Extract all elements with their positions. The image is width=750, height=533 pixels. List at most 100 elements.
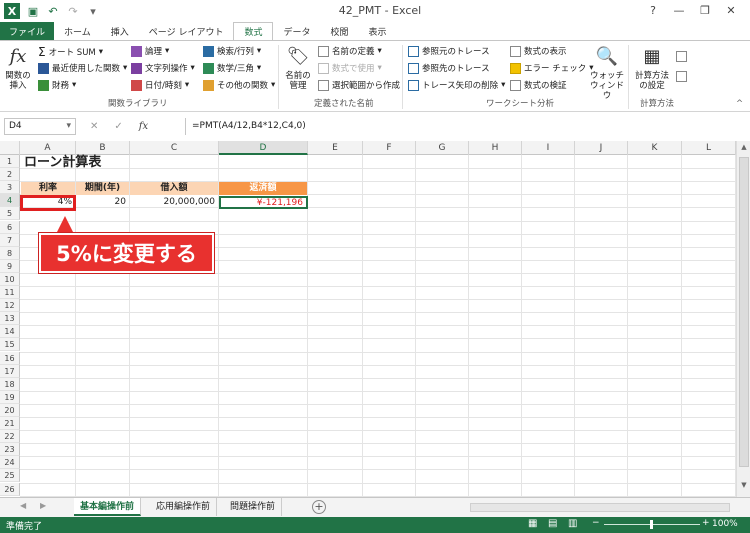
collapse-ribbon-icon[interactable]: ^ — [736, 99, 743, 109]
error-check-button[interactable]: エラー チェック ▾ — [510, 62, 593, 74]
evaluate-formula-button[interactable]: 数式の検証 — [510, 79, 567, 91]
create-from-selection-button[interactable]: 選択範囲から作成 — [318, 79, 400, 91]
row-header-20[interactable]: 20 — [0, 403, 20, 417]
column-header-f[interactable]: F — [363, 141, 416, 155]
math-button[interactable]: 数学/三角 ▾ — [203, 62, 261, 74]
tab-data[interactable]: データ — [273, 22, 320, 40]
row-header-13[interactable]: 13 — [0, 312, 20, 326]
row-header-19[interactable]: 19 — [0, 390, 20, 404]
column-header-l[interactable]: L — [682, 141, 736, 155]
row-header-7[interactable]: 7 — [0, 233, 20, 247]
calc-now-button[interactable] — [676, 51, 687, 62]
select-all-corner[interactable] — [0, 141, 20, 155]
column-header-e[interactable]: E — [308, 141, 363, 155]
row-header-9[interactable]: 9 — [0, 259, 20, 273]
page-layout-view-icon[interactable]: ▤ — [548, 518, 557, 529]
scroll-down-icon[interactable]: ▼ — [739, 481, 749, 491]
redo-icon[interactable]: ↷ — [66, 4, 80, 18]
trace-dependents-button[interactable]: 参照先のトレース — [408, 62, 490, 74]
row-header-11[interactable]: 11 — [0, 286, 20, 300]
sheet-tab-basic[interactable]: 基本編操作前 — [74, 498, 142, 516]
column-header-c[interactable]: C — [130, 141, 219, 155]
row-header-21[interactable]: 21 — [0, 417, 20, 431]
sheet-prev-icon[interactable]: ◀ — [20, 501, 26, 510]
header-term[interactable]: 期間(年) — [76, 182, 129, 195]
row-header-17[interactable]: 17 — [0, 364, 20, 378]
row-header-25[interactable]: 25 — [0, 469, 20, 483]
use-in-formula-button[interactable]: 数式で使用 ▾ — [318, 62, 382, 74]
sheet-tab-advanced[interactable]: 応用編操作前 — [150, 498, 218, 516]
cell-b4-term[interactable]: 20 — [76, 196, 129, 209]
row-header-16[interactable]: 16 — [0, 351, 20, 365]
row-header-26[interactable]: 26 — [0, 482, 20, 496]
column-header-g[interactable]: G — [416, 141, 469, 155]
row-header-1[interactable]: 1 — [0, 155, 20, 169]
row-header-24[interactable]: 24 — [0, 456, 20, 470]
cell-d4-payment[interactable]: ¥-121,196 — [219, 196, 308, 209]
trace-precedents-button[interactable]: 参照元のトレース — [408, 45, 490, 57]
row-header-3[interactable]: 3 — [0, 181, 20, 195]
sheet-next-icon[interactable]: ▶ — [40, 501, 46, 510]
text-functions-button[interactable]: 文字列操作 ▾ — [131, 62, 195, 74]
header-rate[interactable]: 利率 — [21, 182, 75, 195]
cell-c4-loan[interactable]: 20,000,000 — [130, 196, 218, 209]
tab-home[interactable]: ホーム — [54, 22, 101, 40]
fx-icon[interactable]: fx — [139, 121, 148, 132]
row-header-14[interactable]: 14 — [0, 325, 20, 339]
zoom-level[interactable]: 100% — [712, 519, 738, 529]
define-name-button[interactable]: 名前の定義 ▾ — [318, 45, 382, 57]
row-header-2[interactable]: 2 — [0, 168, 20, 182]
scroll-thumb[interactable] — [739, 157, 749, 467]
recent-functions-button[interactable]: 最近使用した関数 ▾ — [38, 62, 127, 74]
horizontal-scrollbar[interactable] — [470, 503, 730, 512]
lookup-button[interactable]: 検索/行列 ▾ — [203, 45, 261, 57]
cancel-icon[interactable]: ✕ — [90, 121, 98, 132]
column-header-k[interactable]: K — [628, 141, 682, 155]
calc-options-button[interactable]: ▦ 計算方法 の設定 — [632, 45, 672, 92]
save-icon[interactable]: ▣ — [26, 4, 40, 18]
header-payment[interactable]: 返済額 — [219, 182, 307, 195]
help-button[interactable]: ? — [640, 0, 666, 20]
remove-arrows-button[interactable]: トレース矢印の削除 ▾ — [408, 79, 505, 91]
column-header-b[interactable]: B — [76, 141, 130, 155]
column-header-d[interactable]: D — [219, 141, 308, 155]
worksheet-grid[interactable]: ABCDEFGHIJKL 1 2 3 4 5 6 7 8 9 10 11 12 13 14 15 16 17 18… — [0, 141, 736, 497]
row-header-10[interactable]: 10 — [0, 272, 20, 286]
page-break-view-icon[interactable]: ▥ — [568, 518, 577, 529]
datetime-button[interactable]: 日付/時刻 ▾ — [131, 79, 189, 91]
calc-sheet-button[interactable] — [676, 71, 687, 82]
formula-input[interactable]: =PMT(A4/12,B4*12,C4,0) — [185, 118, 730, 135]
more-functions-button[interactable]: その他の関数 ▾ — [203, 79, 275, 91]
close-button[interactable]: ✕ — [718, 0, 744, 20]
row-header-5[interactable]: 5 — [0, 207, 20, 221]
tab-view[interactable]: 表示 — [359, 22, 397, 40]
restore-button[interactable]: ❐ — [692, 0, 718, 20]
tab-formulas[interactable]: 数式 — [233, 22, 274, 40]
tab-page-layout[interactable]: ページ レイアウト — [139, 22, 234, 40]
logical-button[interactable]: 論理 ▾ — [131, 45, 169, 57]
normal-view-icon[interactable]: ▦ — [528, 518, 537, 529]
watch-window-button[interactable]: 🔍 ウォッチ ウィンドウ — [588, 45, 626, 102]
name-manager-button[interactable]: 🏷 名前の 管理 — [282, 45, 314, 92]
enter-icon[interactable]: ✓ — [114, 121, 122, 132]
insert-function-button[interactable]: fx 関数の 挿入 — [3, 45, 33, 92]
row-header-22[interactable]: 22 — [0, 430, 20, 444]
tab-review[interactable]: 校閲 — [320, 22, 358, 40]
tab-insert[interactable]: 挿入 — [101, 22, 139, 40]
zoom-slider-thumb[interactable] — [650, 520, 653, 529]
name-box[interactable]: D4 ▾ — [4, 118, 76, 135]
tab-file[interactable]: ファイル — [0, 22, 55, 40]
row-header-15[interactable]: 15 — [0, 338, 20, 352]
row-header-12[interactable]: 12 — [0, 299, 20, 313]
autosum-button[interactable]: Σ オート SUM ▾ — [38, 45, 103, 59]
zoom-in-icon[interactable]: + — [702, 518, 710, 528]
column-header-h[interactable]: H — [469, 141, 522, 155]
row-header-18[interactable]: 18 — [0, 377, 20, 391]
zoom-out-icon[interactable]: − — [592, 518, 600, 528]
show-formulas-button[interactable]: 数式の表示 — [510, 45, 567, 57]
column-header-a[interactable]: A — [20, 141, 76, 155]
scroll-up-icon[interactable]: ▲ — [739, 143, 749, 153]
financial-button[interactable]: 財務 ▾ — [38, 79, 76, 91]
column-header-j[interactable]: J — [575, 141, 628, 155]
header-loan[interactable]: 借入額 — [130, 182, 218, 195]
